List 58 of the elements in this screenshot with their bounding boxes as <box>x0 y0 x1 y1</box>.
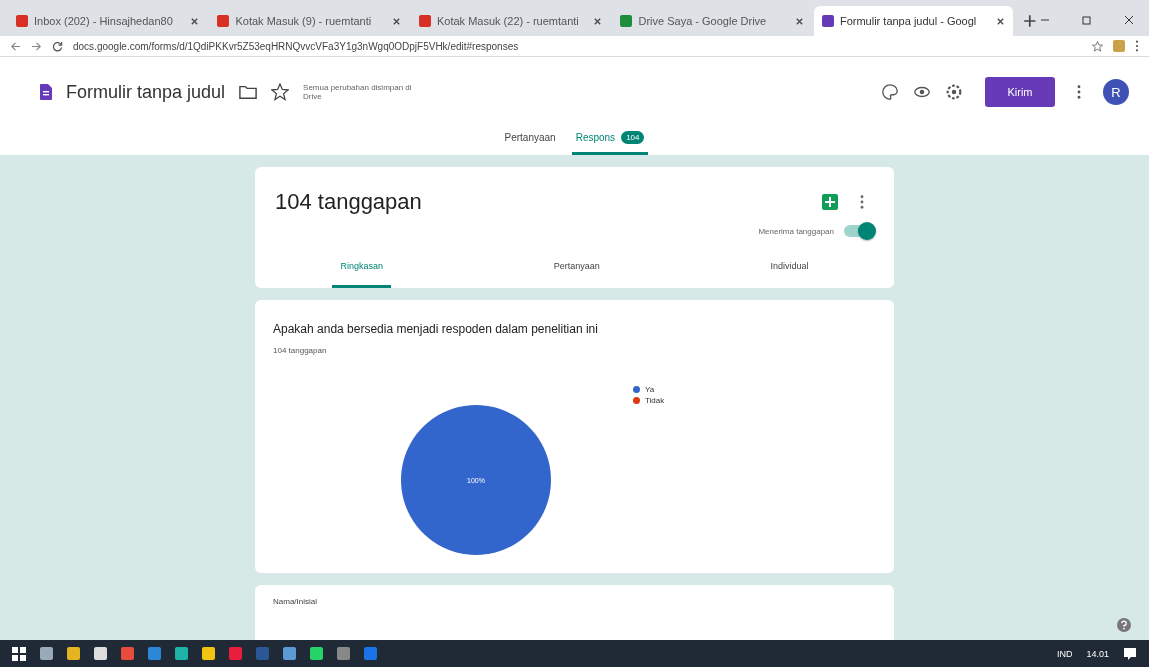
reload-icon[interactable] <box>52 40 63 52</box>
avatar[interactable]: R <box>1103 79 1129 105</box>
taskbar-app-icon[interactable] <box>94 647 107 660</box>
star-icon[interactable] <box>271 83 290 101</box>
count-badge: 104 <box>621 131 645 144</box>
legend-dot <box>633 386 640 393</box>
url-field[interactable]: docs.google.com/forms/d/1QdiPKKvr5Z53eqHRNQvvcVFa3Y1g3nWgq0ODpjF5VHk/edit#responses <box>73 40 1082 52</box>
form-tab[interactable]: Pertanyaan <box>500 127 560 155</box>
forward-icon[interactable] <box>31 40 42 52</box>
taskbar-app-icon[interactable] <box>202 647 215 660</box>
send-button[interactable]: Kirim <box>985 77 1055 107</box>
tab-favicon-icon <box>821 15 834 27</box>
more-icon[interactable] <box>1077 85 1081 99</box>
tab-favicon-icon <box>217 15 230 27</box>
notification-icon[interactable] <box>1123 646 1137 661</box>
forms-icon[interactable] <box>40 84 52 100</box>
spreadsheet-icon[interactable] <box>822 194 838 210</box>
restore-icon[interactable] <box>1081 14 1093 26</box>
more-icon[interactable] <box>860 195 864 209</box>
close-icon[interactable] <box>593 16 603 26</box>
tab-favicon-icon <box>620 15 633 27</box>
language-indicator[interactable]: IND <box>1056 648 1073 659</box>
summary-tab[interactable]: Individual <box>762 257 817 288</box>
palette-icon[interactable] <box>881 83 899 101</box>
star-icon[interactable] <box>1092 40 1103 52</box>
browser-tab[interactable]: Kotak Masuk (9) - ruemtanti <box>209 6 409 36</box>
question-title: Apakah anda bersedia menjadi respoden dalam penelitian ini <box>273 322 599 336</box>
close-icon[interactable] <box>794 16 804 26</box>
toggle-switch[interactable] <box>844 225 874 237</box>
browser-tab[interactable]: Formulir tanpa judul - Googl <box>813 6 1014 36</box>
new-tab-icon[interactable] <box>1023 14 1037 28</box>
menu-icon[interactable] <box>1135 40 1139 52</box>
accepting-label: Menerima tanggapan <box>758 226 834 236</box>
form-title[interactable]: Formulir tanpa judul <box>66 81 226 103</box>
question-title: Nama/Inisial <box>273 597 318 606</box>
help-icon[interactable] <box>1117 618 1131 632</box>
close-icon[interactable] <box>391 16 401 26</box>
legend-dot <box>633 397 640 404</box>
legend-label: Ya <box>645 385 655 394</box>
back-icon[interactable] <box>10 40 21 52</box>
settings-icon[interactable] <box>945 83 963 101</box>
close-icon[interactable] <box>190 16 200 26</box>
summary-tab[interactable]: Pertanyaan <box>545 257 608 288</box>
tab-favicon-icon <box>418 15 431 27</box>
tab-favicon-icon <box>16 15 28 27</box>
close-icon[interactable] <box>996 16 1006 26</box>
browser-tab[interactable]: Drive Saya - Google Drive <box>612 6 812 36</box>
response-count: 104 tanggapan <box>275 189 422 215</box>
legend-label: Tidak <box>645 396 665 405</box>
save-status: Semua perubahan disimpan di Drive <box>303 83 413 101</box>
browser-tab[interactable]: Inbox (202) - Hinsajhedan80 <box>8 6 208 36</box>
clock[interactable]: 14.01 <box>1086 648 1109 659</box>
folder-icon[interactable] <box>239 83 258 101</box>
browser-tab[interactable]: Kotak Masuk (22) - ruemtanti <box>410 6 611 36</box>
windows-icon[interactable] <box>12 646 26 661</box>
response-count: 104 tanggapan <box>273 346 328 355</box>
close-icon[interactable] <box>1123 14 1135 26</box>
summary-tab[interactable]: Ringkasan <box>332 257 391 288</box>
